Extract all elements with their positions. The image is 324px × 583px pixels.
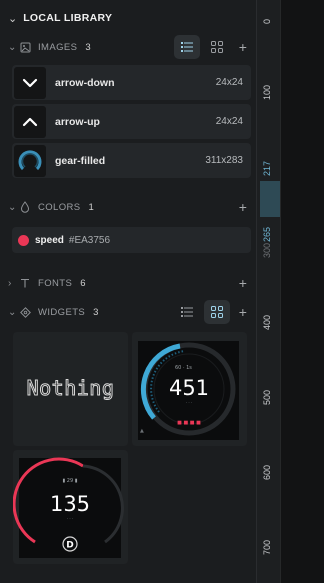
text-icon (20, 278, 36, 288)
chevron-down-icon[interactable]: ⌄ (8, 12, 17, 25)
asset-name: gear-filled (55, 154, 106, 167)
widget-preview-text: Nothing (26, 376, 115, 401)
ruler-label: 500 (262, 389, 272, 405)
svg-text:60 · 1s: 60 · 1s (175, 365, 192, 371)
list-view-button[interactable] (174, 35, 200, 59)
grid-icon (211, 41, 223, 53)
ruler-label: 600 (262, 464, 272, 480)
list-item[interactable]: speed #EA3756 (12, 227, 251, 253)
images-section-header[interactable]: ⌄ IMAGES 3 + (8, 35, 252, 59)
asset-name: arrow-up (55, 115, 100, 128)
list-item[interactable]: arrow-up 24x24 (12, 104, 251, 139)
ruler-label: 400 (262, 314, 272, 330)
list-icon (181, 307, 193, 317)
add-widget-button[interactable]: + (234, 304, 252, 320)
svg-text:▮ 29 ▮: ▮ 29 ▮ (62, 478, 77, 484)
speed-widget-preview: ▮ 29 ▮ 135 · · · D (12, 457, 124, 558)
widget-icon (20, 306, 36, 318)
add-image-button[interactable]: + (234, 39, 252, 55)
gear-filled-thumbnail (14, 144, 46, 177)
grid-icon (211, 306, 223, 318)
svg-text:■ ■ ■ ■: ■ ■ ■ ■ (177, 420, 201, 426)
color-swatch (18, 234, 29, 246)
chevron-down-icon[interactable]: ⌄ (8, 42, 20, 53)
svg-text:· · ·: · · · (67, 516, 73, 521)
grid-view-button[interactable] (204, 35, 230, 59)
gear-filled-icon (18, 149, 42, 170)
section-count: 1 (88, 201, 95, 213)
section-count: 3 (93, 306, 99, 318)
ruler-label: 265 (262, 226, 272, 242)
widgets-section-header[interactable]: ⌄ WIDGETS 3 + (8, 300, 252, 324)
ruler-label: 300 (262, 242, 272, 258)
widget-card-gauge[interactable]: 60 · 1s ▲ 451 · · · ■ ■ ■ ■ (132, 332, 247, 446)
asset-dimensions: 311x283 (205, 155, 243, 166)
add-font-button[interactable]: + (234, 275, 252, 291)
library-title: LOCAL LIBRARY (23, 12, 113, 24)
gauge-value: 451 (169, 376, 209, 400)
arrow-down-icon (22, 78, 38, 87)
add-color-button[interactable]: + (234, 199, 252, 215)
chevron-right-icon[interactable]: › (8, 278, 20, 289)
asset-name: arrow-down (55, 76, 115, 89)
speed-value: 135 (50, 492, 90, 516)
section-name: IMAGES (38, 41, 78, 53)
color-hex: #EA3756 (68, 234, 111, 246)
colors-section-header[interactable]: ⌄ COLORS 1 + (8, 197, 252, 217)
asset-dimensions: 24x24 (215, 116, 243, 127)
section-name: FONTS (38, 277, 73, 289)
color-name: speed (35, 234, 64, 246)
canvas-area[interactable] (280, 0, 324, 583)
svg-text:D: D (66, 541, 73, 551)
list-item[interactable]: gear-filled 311x283 (12, 143, 251, 178)
list-view-button[interactable] (174, 300, 200, 324)
ruler-label: 100 (262, 84, 272, 100)
gauge-widget-preview: 60 · 1s ▲ 451 · · · ■ ■ ■ ■ (138, 341, 239, 440)
library-panel: ⌄ LOCAL LIBRARY ⌄ IMAGES 3 + arrow-down … (0, 0, 256, 583)
library-header[interactable]: ⌄ LOCAL LIBRARY (8, 8, 112, 28)
arrow-up-icon (22, 117, 38, 126)
list-icon (181, 42, 193, 52)
section-name: WIDGETS (38, 306, 86, 318)
droplet-icon (20, 201, 36, 213)
svg-text:▲: ▲ (140, 428, 144, 434)
arrow-up-thumbnail (14, 105, 46, 138)
chevron-down-icon[interactable]: ⌄ (8, 202, 20, 213)
image-icon (20, 42, 36, 53)
ruler-label: 217 (262, 160, 272, 176)
list-item[interactable]: arrow-down 24x24 (12, 65, 251, 100)
asset-dimensions: 24x24 (215, 77, 243, 88)
svg-text:· · ·: · · · (186, 400, 192, 405)
ruler-selection-highlight (260, 181, 280, 217)
ruler-label: 0 (262, 18, 272, 24)
grid-view-button[interactable] (204, 300, 230, 324)
ruler-label: 700 (262, 539, 272, 555)
fonts-section-header[interactable]: › FONTS 6 + (8, 273, 252, 293)
arrow-down-thumbnail (14, 66, 46, 99)
widget-card-nothing[interactable]: Nothing (13, 332, 128, 446)
section-count: 6 (80, 277, 86, 289)
section-count: 3 (85, 41, 92, 53)
section-name: COLORS (38, 201, 81, 213)
widget-card-speed[interactable]: ▮ 29 ▮ 135 · · · D (12, 450, 128, 564)
chevron-down-icon[interactable]: ⌄ (8, 307, 20, 318)
